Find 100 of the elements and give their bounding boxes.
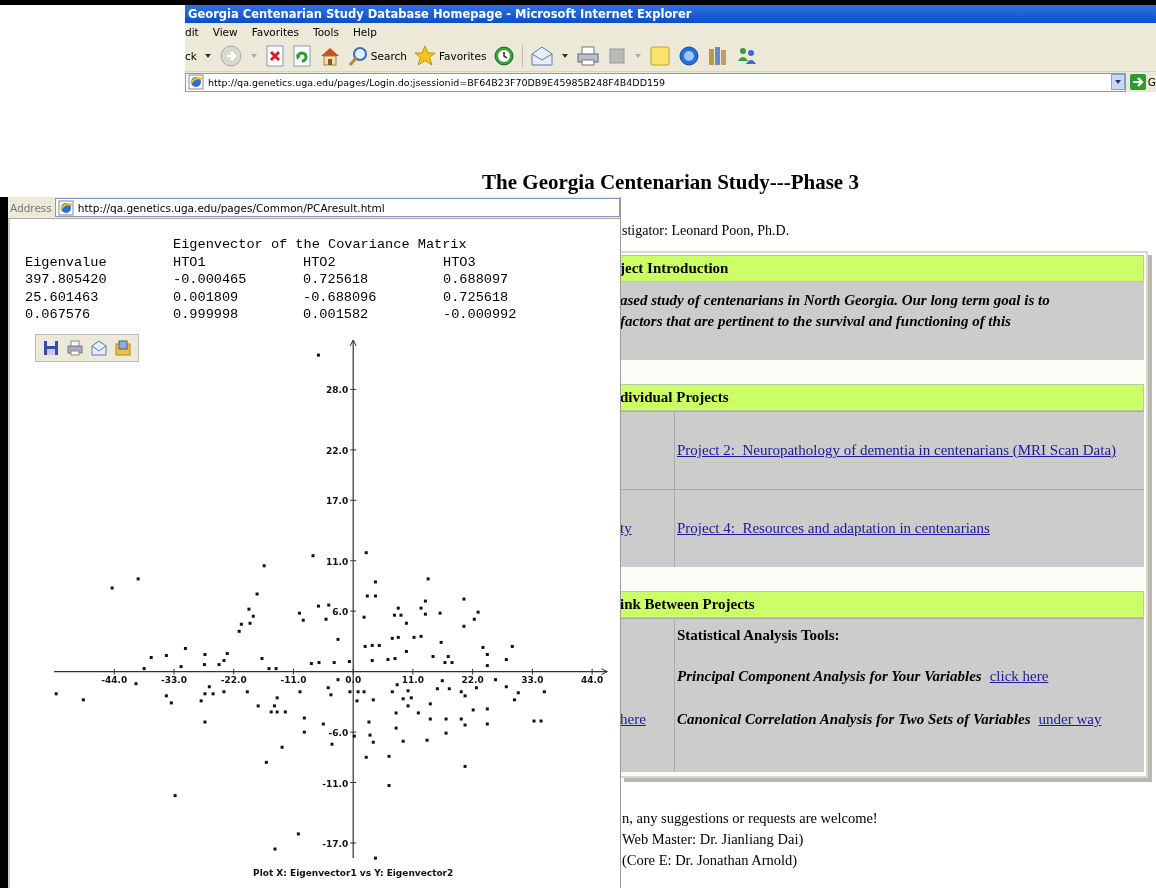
data-point: [370, 659, 374, 663]
tick-label: 11.0: [325, 556, 349, 567]
data-point: [406, 689, 410, 693]
data-point: [247, 607, 251, 611]
data-point: [387, 754, 391, 758]
data-point: [440, 679, 444, 683]
data-point: [332, 661, 336, 665]
tick-label: 33.0: [521, 674, 544, 685]
save-icon[interactable]: [42, 338, 60, 357]
data-point: [207, 685, 211, 689]
data-point: [446, 655, 450, 658]
link[interactable]: under way: [1038, 711, 1102, 727]
footer-text: n, any suggestions or requests are welcome!: [622, 809, 879, 828]
menu-item[interactable]: Tools: [313, 26, 339, 38]
people-icon[interactable]: [736, 45, 759, 67]
link[interactable]: click here: [989, 668, 1049, 684]
data-point: [211, 692, 215, 696]
table-cell-text: -0.000465: [173, 271, 248, 289]
data-point: [419, 606, 423, 610]
footer-text: (Core E: Dr. Jonathan Arnold): [622, 851, 799, 870]
link[interactable]: here: [620, 711, 646, 728]
menu-item[interactable]: dit: [185, 26, 199, 38]
search-button[interactable]: Search: [347, 45, 407, 67]
tick-label: 17.0: [325, 496, 349, 507]
menu-item[interactable]: Favorites: [251, 26, 300, 38]
stop-icon[interactable]: [264, 45, 285, 67]
data-point: [136, 577, 140, 581]
caret-icon[interactable]: [561, 52, 570, 60]
mail-icon[interactable]: [90, 338, 108, 357]
data-point: [81, 698, 85, 702]
tick-label: 6.0: [332, 607, 349, 618]
data-point: [423, 599, 427, 603]
data-point: [399, 613, 403, 617]
investigator-text: stigator: Leonard Poon, Ph.D.: [622, 223, 791, 239]
go-button[interactable]: G: [1129, 74, 1156, 90]
address-field[interactable]: http://qa.genetics.uga.edu/pages/Common/PCAresult.html: [54, 198, 620, 217]
menu-item[interactable]: View: [212, 26, 238, 38]
refresh-icon[interactable]: [291, 45, 312, 67]
data-point: [142, 667, 146, 671]
project-link[interactable]: Project 2: Neuropathology of dementia in centenarians (MRI Scan Data): [677, 440, 1117, 461]
data-point: [370, 643, 374, 647]
tick-label: -6.0: [328, 728, 349, 739]
table-cell-text: 0.688097: [443, 271, 510, 289]
tick-label: -11.0: [322, 778, 349, 789]
printer-icon[interactable]: [576, 45, 601, 67]
project-link[interactable]: ty: [620, 520, 632, 537]
data-point: [542, 690, 546, 694]
address-field[interactable]: http://qa.genetics.uga.edu/pages/Login.do;jsessionid=BF64B23F70DB9E45985B248F4B4DD159: [185, 72, 1126, 92]
data-point: [311, 554, 315, 558]
data-point: [472, 617, 476, 621]
data-point: [321, 722, 325, 726]
tick-label: -22.0: [220, 674, 247, 685]
menu-item[interactable]: Help: [352, 26, 377, 38]
data-point: [404, 649, 408, 653]
data-point: [404, 621, 408, 625]
mail-icon[interactable]: [530, 45, 555, 67]
globe-icon[interactable]: [678, 45, 701, 67]
data-point: [396, 606, 400, 610]
data-point: [169, 701, 173, 705]
forward-icon[interactable]: [218, 44, 243, 68]
data-point: [386, 658, 390, 662]
folder-icon[interactable]: [114, 338, 132, 357]
printer-icon[interactable]: [66, 338, 84, 357]
data-point: [474, 686, 478, 690]
column-header: Eigenvalue: [25, 253, 108, 271]
chart-title: Plot X: Eigenvector1 vs Y: Eigenvector2: [253, 868, 454, 878]
data-point: [401, 697, 405, 701]
data-point: [462, 597, 466, 601]
table-cell-text: 0.999998: [173, 306, 240, 324]
note-icon[interactable]: [649, 45, 672, 67]
square-icon[interactable]: [607, 46, 628, 66]
arrow-icon: [1129, 74, 1146, 90]
data-point: [439, 640, 443, 644]
table-cell-text: 0.001809: [173, 288, 240, 306]
history-icon[interactable]: [493, 45, 516, 67]
data-point: [327, 603, 331, 607]
dropdown-icon[interactable]: [1110, 74, 1125, 90]
data-point: [390, 636, 394, 640]
data-point: [262, 564, 266, 568]
data-point: [329, 693, 333, 697]
back-button[interactable]: ck: [185, 50, 197, 62]
data-point: [260, 657, 264, 661]
project-link[interactable]: Project 4: Resources and adaptation in centenarians: [677, 518, 990, 539]
caret-icon[interactable]: [203, 52, 212, 60]
tick-label: 11.0: [401, 674, 425, 685]
data-point: [347, 660, 351, 664]
data-point: [463, 723, 467, 727]
data-point: [363, 644, 367, 648]
data-point: [164, 654, 168, 657]
data-point: [283, 710, 287, 714]
section-header: ink Between Projects: [620, 591, 1144, 618]
data-point: [173, 794, 177, 798]
tick-label: -11.0: [280, 674, 307, 685]
favorites-button[interactable]: Favorites: [413, 45, 487, 67]
tick-label: 22.0: [325, 445, 349, 456]
page-icon: [57, 199, 74, 216]
table-cell-text: 0.001582: [303, 306, 370, 324]
data-point: [237, 629, 241, 633]
data-point: [274, 667, 278, 671]
data-point: [309, 662, 313, 666]
